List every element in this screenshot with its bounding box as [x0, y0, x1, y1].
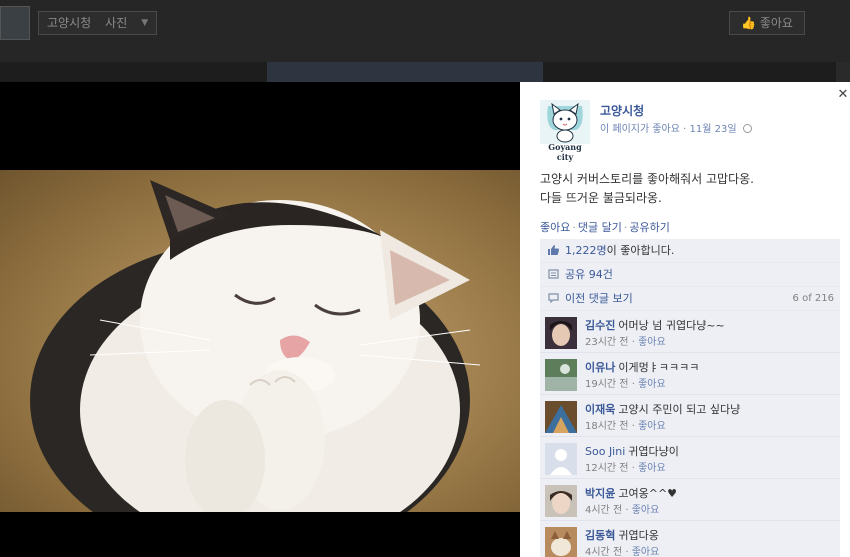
- globe-icon: [742, 124, 752, 133]
- share-action-link[interactable]: 공유하기: [629, 221, 669, 234]
- message-line: 다들 뜨거운 불금되라옹.: [540, 191, 662, 205]
- page-like-button-dimmed[interactable]: 👍 좋아요: [729, 11, 805, 35]
- commenter-name[interactable]: 박지윤: [585, 487, 615, 500]
- page-like-label: 좋아요: [759, 16, 793, 30]
- page-breadcrumb-dimmed[interactable]: 고양시청 사진 ▼: [38, 11, 158, 35]
- comment-like-link[interactable]: 좋아요: [632, 547, 660, 557]
- commenter-name[interactable]: 이유나: [585, 361, 615, 374]
- comment-like-link[interactable]: 좋아요: [638, 463, 666, 474]
- cat-logo-icon: [540, 100, 590, 144]
- avatar[interactable]: [545, 359, 577, 391]
- like-action-link[interactable]: 좋아요: [540, 221, 570, 234]
- message-line: 고양시 커버스토리를 좋아해줘서 고맙다옹.: [540, 172, 754, 186]
- post-date-link[interactable]: 11월 23일: [690, 124, 737, 135]
- comment-item: Soo Jini 귀엽다냥이 12시간 전 · 좋아요: [540, 437, 840, 479]
- avatar[interactable]: [545, 317, 577, 349]
- likes-count-link[interactable]: 1,222명: [565, 244, 607, 257]
- comment-item: 이재욱 고양시 주민이 되고 싶다냥 18시간 전 · 좋아요: [540, 395, 840, 437]
- comment-time[interactable]: 23시간 전: [585, 337, 629, 348]
- prev-comments-link[interactable]: 이전 댓글 보기: [565, 292, 633, 305]
- likes-suffix: 이 좋아합니다.: [606, 244, 675, 257]
- comment-bubble-icon: [548, 293, 559, 303]
- comment-like-link[interactable]: 좋아요: [638, 379, 666, 390]
- author-meta: 이 페이지가 좋아요 · 11월 23일: [600, 120, 752, 135]
- cat-photo[interactable]: [0, 170, 520, 512]
- comment-time[interactable]: 4시간 전: [585, 547, 622, 557]
- comment-item: 김동혁 귀엽다옹 4시간 전 · 좋아요: [540, 521, 840, 557]
- commenter-name[interactable]: 김동혁: [585, 529, 615, 542]
- page-like-link[interactable]: 이 페이지가 좋아요: [600, 124, 680, 135]
- comment-time[interactable]: 19시간 전: [585, 379, 629, 390]
- comment-item: 이유나 이게멍ㅑㅋㅋㅋㅋ 19시간 전 · 좋아요: [540, 353, 840, 395]
- prev-comments-row[interactable]: 이전 댓글 보기 6 of 216: [540, 287, 840, 311]
- dimmed-content-block: [267, 62, 543, 82]
- page-section-dimmed: 사진: [105, 16, 128, 30]
- avatar[interactable]: [545, 485, 577, 517]
- feedback-box: 1,222명이 좋아합니다. 공유 94건 이전 댓글 보기 6 of 216 …: [540, 239, 840, 557]
- comment-time[interactable]: 12시간 전: [585, 463, 629, 474]
- post-actions: 좋아요 · 댓글 달기 · 공유하기: [540, 221, 670, 234]
- post-side-panel: ✕ Goyang city 고양시청 이 페이지가 좋아요 · 11월 23일 …: [520, 82, 850, 557]
- chevron-down-icon: ▼: [141, 18, 149, 28]
- post-author: Goyang city 고양시청 이 페이지가 좋아요 · 11월 23일: [540, 100, 840, 162]
- comment-like-link[interactable]: 좋아요: [638, 337, 666, 348]
- thumbs-up-icon: 👍: [741, 16, 756, 30]
- post-message: 고양시 커버스토리를 좋아해줘서 고맙다옹. 다들 뜨거운 불금되라옹.: [540, 170, 840, 208]
- comment-time[interactable]: 18시간 전: [585, 421, 629, 432]
- likes-summary: 1,222명이 좋아합니다.: [540, 239, 840, 263]
- cat-illustration: [30, 180, 481, 512]
- thumbs-up-icon: [548, 245, 559, 255]
- comment-text: 귀엽다옹: [618, 529, 659, 542]
- comment-item: 김수진 어머낭 넘 귀엽다냥~~ 23시간 전 · 좋아요: [540, 311, 840, 353]
- page-logo-dimmed: [0, 6, 30, 40]
- avatar[interactable]: [545, 401, 577, 433]
- commenter-name[interactable]: Soo Jini: [585, 445, 625, 458]
- comment-text: 어머낭 넘 귀엽다냥~~: [618, 319, 725, 332]
- profile-picture[interactable]: Goyang city: [540, 100, 590, 162]
- share-icon: [548, 269, 559, 279]
- comment-like-link[interactable]: 좋아요: [638, 421, 666, 432]
- comment-text: 고양시 주민이 되고 싶다냥: [618, 403, 741, 416]
- comment-text: 고여옹^^♥: [618, 487, 678, 500]
- author-name-link[interactable]: 고양시청: [600, 102, 644, 119]
- shares-summary[interactable]: 공유 94건: [540, 263, 840, 287]
- avatar[interactable]: [545, 527, 577, 557]
- page-title-dimmed: 고양시청: [47, 16, 92, 30]
- comment-like-link[interactable]: 좋아요: [632, 505, 660, 516]
- photo-viewer: ✕ Goyang city 고양시청 이 페이지가 좋아요 · 11월 23일 …: [0, 82, 850, 557]
- photo-stage[interactable]: [0, 82, 520, 557]
- commenter-name[interactable]: 이재욱: [585, 403, 615, 416]
- comment-time[interactable]: 4시간 전: [585, 505, 622, 516]
- comment-counter: 6 of 216: [792, 293, 834, 304]
- comment-item: 박지윤 고여옹^^♥ 4시간 전 · 좋아요: [540, 479, 840, 521]
- comment-text: 귀엽다냥이: [628, 445, 679, 458]
- profile-caption: Goyang city: [548, 142, 582, 162]
- avatar[interactable]: [545, 443, 577, 475]
- comment-text: 이게멍ㅑㅋㅋㅋㅋ: [618, 361, 700, 374]
- comment-action-link[interactable]: 댓글 달기: [578, 221, 622, 234]
- shares-link[interactable]: 공유 94건: [565, 268, 613, 281]
- commenter-name[interactable]: 김수진: [585, 319, 615, 332]
